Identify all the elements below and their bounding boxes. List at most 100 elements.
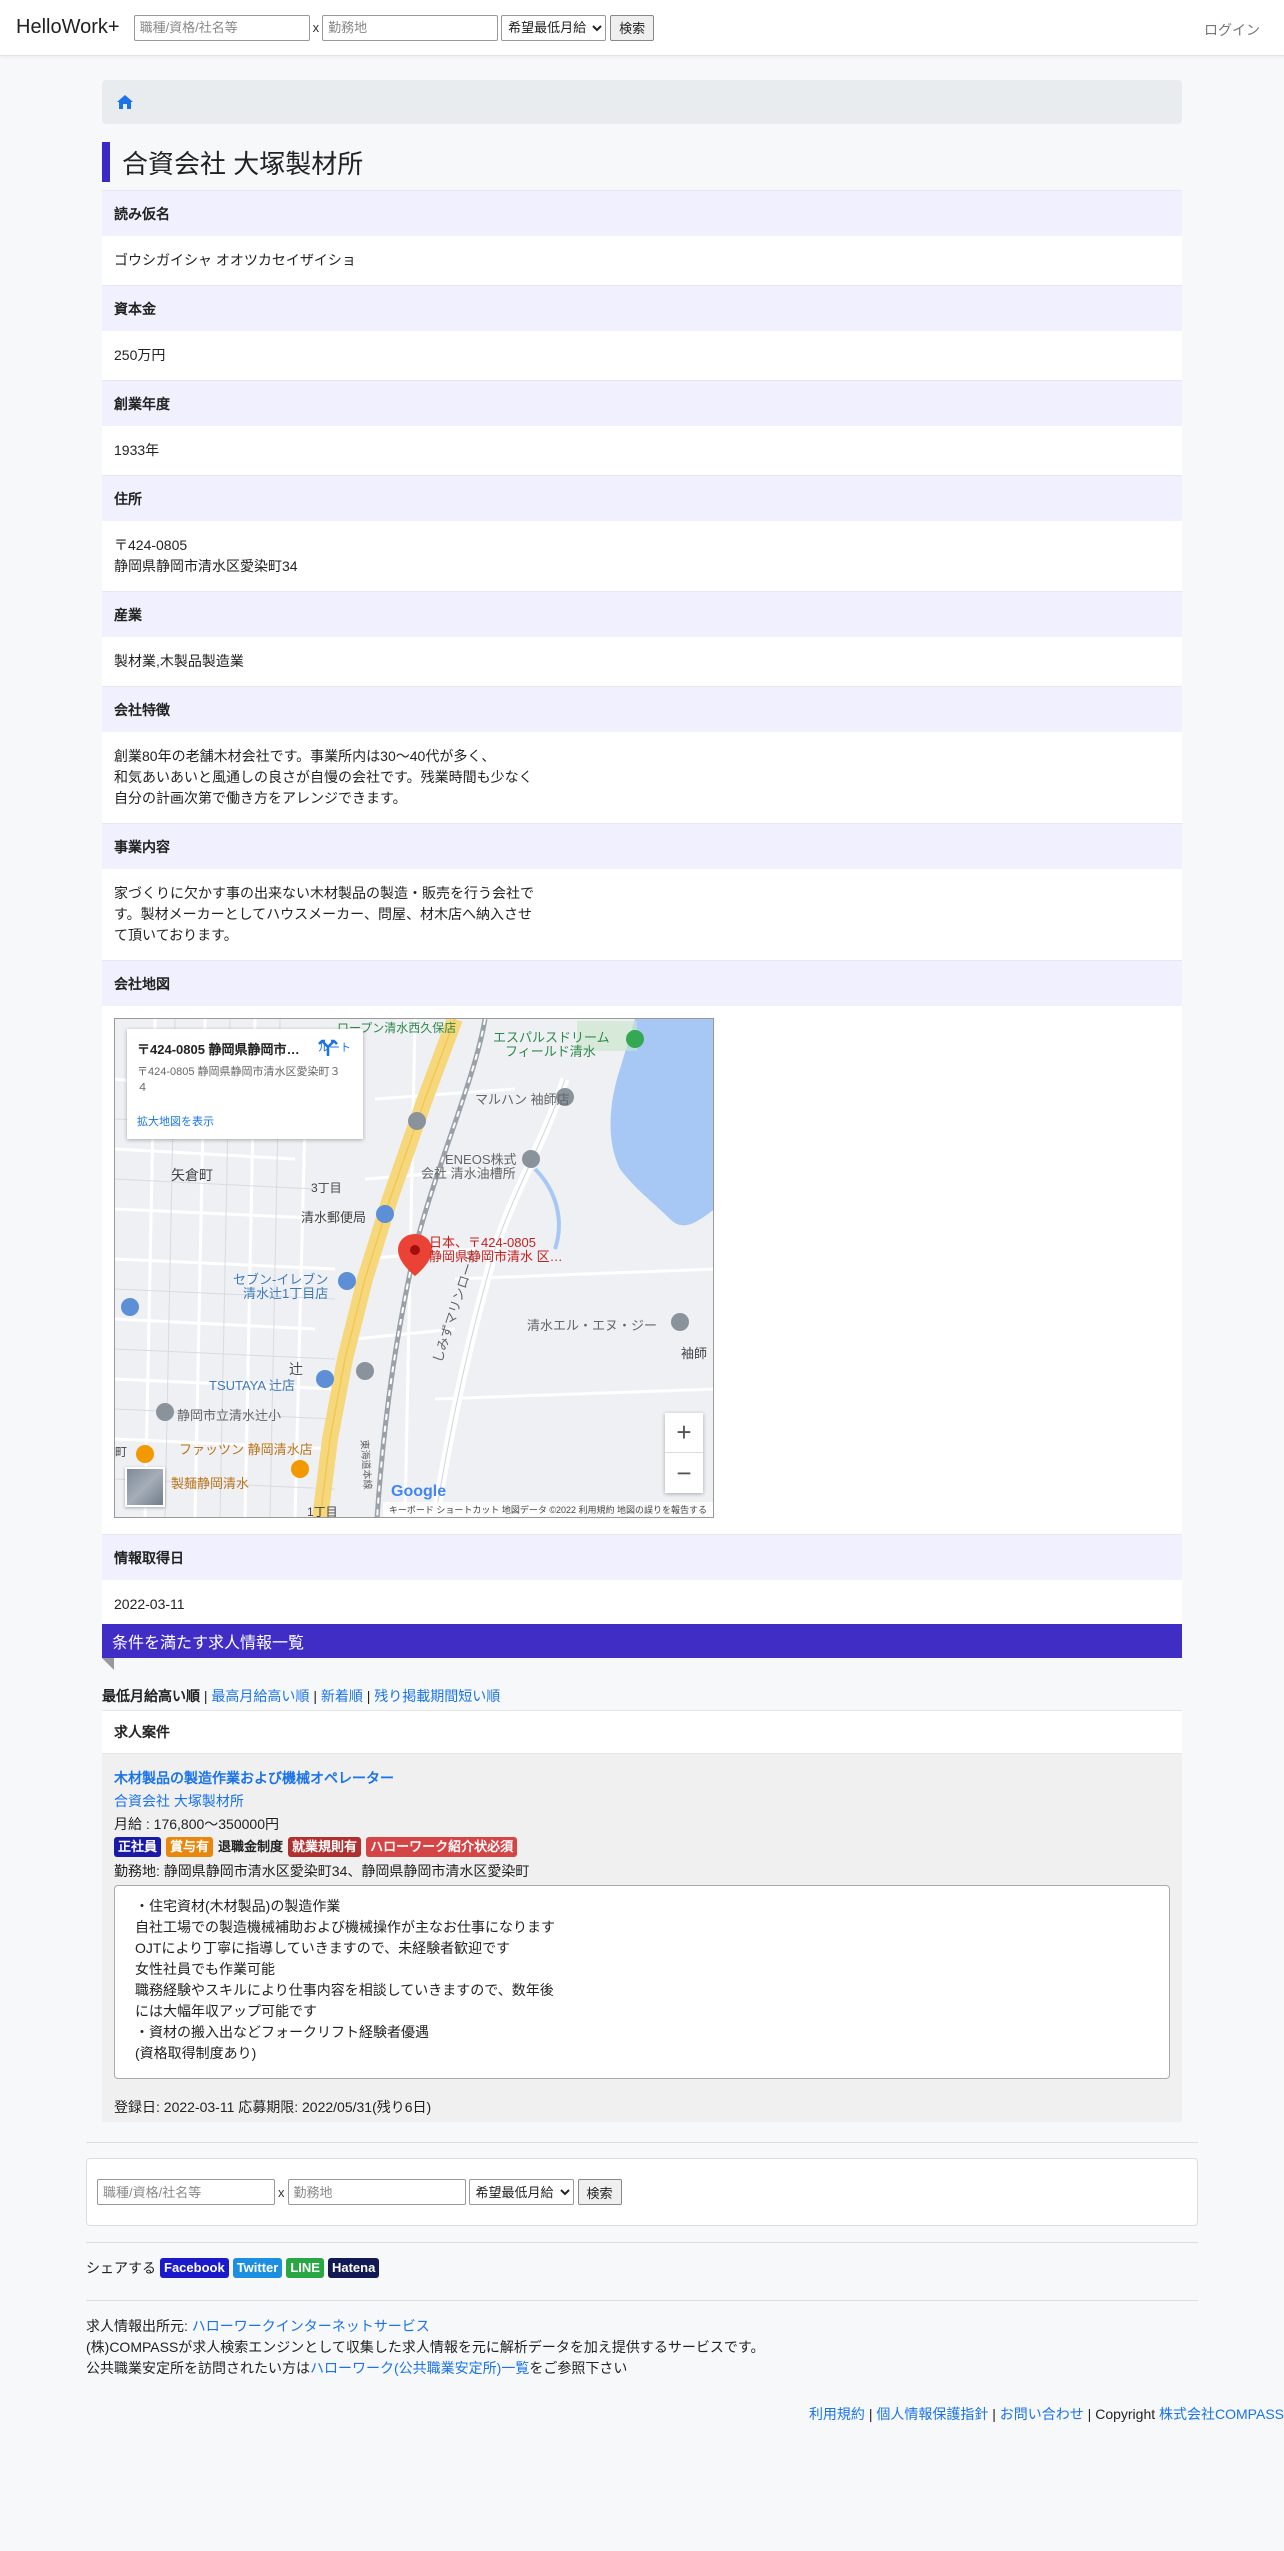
badge-referral-required: ハローワーク紹介状必須 — [366, 1837, 518, 1857]
info-value: 家づくりに欠かす事の出来ない木材製品の製造・販売を行う会社で す。製材メーカーと… — [102, 869, 1182, 960]
map-label: TSUTAYA 辻店 — [209, 1378, 295, 1393]
bottom-job-keyword-input[interactable] — [97, 2179, 275, 2205]
divider — [86, 2300, 1198, 2301]
job-keyword-input[interactable] — [133, 14, 310, 41]
bottom-min-salary-select[interactable]: 希望最低月給 — [468, 2179, 574, 2205]
info-row-address: 住所 〒424-0805 静岡県静岡市清水区愛染町34 — [102, 475, 1182, 591]
search-separator: x — [278, 2184, 285, 2200]
info-label: 会社地図 — [102, 960, 1182, 1006]
share-hatena-button[interactable]: Hatena — [327, 2258, 380, 2278]
map-cell: エスパルスドリーム フィールド清水 マルハン 袖師店 ENEOS株式 会社 清水… — [102, 1006, 1182, 1534]
map-enlarge-link[interactable]: 拡大地図を表示 — [137, 1113, 214, 1129]
compass-link[interactable]: 株式会社COMPASS — [1159, 2406, 1284, 2422]
badge-work-rules: 就業規則有 — [288, 1837, 362, 1857]
map-attribution[interactable]: キーボード ショートカット 地図データ ©2022 利用規約 地図の誤りを報告す… — [382, 1502, 713, 1517]
job-dates: 登録日: 2022-03-11 応募期限: 2022/05/31(残り6日) — [114, 2099, 432, 2115]
info-row-map: 会社地図 エスパルスドリーム フィールド清水 マルハン 袖師店 ENEOS株式 … — [102, 960, 1182, 1534]
sort-separator: | — [203, 1688, 208, 1704]
info-value: ゴウシガイシャ オオツカセイザイショ — [102, 236, 1182, 285]
info-value: 〒424-0805 静岡県静岡市清水区愛染町34 — [102, 521, 1182, 591]
footer-office-pre: 公共職業安定所を訪問されたい方は — [86, 2360, 310, 2376]
map-label: フィールド清水 — [505, 1044, 596, 1059]
map-label: 3丁目 — [311, 1181, 342, 1195]
sort-newest-link[interactable]: 新着順 — [321, 1688, 363, 1704]
info-value: 製材業,木製品製造業 — [102, 637, 1182, 686]
sort-max-salary-link[interactable]: 最高月給高い順 — [211, 1688, 309, 1704]
bottom-search-button[interactable]: 検索 — [577, 2179, 622, 2205]
map-pin-label: 日本、〒424-0805 — [429, 1235, 536, 1250]
contact-link[interactable]: お問い合わせ — [1000, 2406, 1084, 2422]
map-info-window: 〒424-0805 静岡県静岡市清水... 〒424-0805 静岡県静岡市清水… — [127, 1029, 363, 1139]
job-badges: 正社員 賞与有 退職金制度 就業規則有 ハローワーク紹介状必須 — [114, 1837, 1170, 1857]
privacy-link[interactable]: 個人情報保護指針 — [876, 2406, 988, 2422]
divider — [86, 2142, 1198, 2143]
terms-link[interactable]: 利用規約 — [809, 2406, 865, 2422]
info-label: 住所 — [102, 475, 1182, 521]
map-label: 会社 清水油槽所 — [421, 1166, 516, 1181]
map-info-title: 〒424-0805 静岡県静岡市清水... — [137, 1042, 312, 1057]
zoom-out-button[interactable]: − — [665, 1453, 703, 1493]
job-section-header: 条件を満たす求人情報一覧 — [102, 1624, 1182, 1658]
login-link[interactable]: ログイン — [1204, 20, 1260, 40]
map-pin-label: 静岡県静岡市清水 区… — [429, 1249, 563, 1264]
info-value: 250万円 — [102, 331, 1182, 380]
map-route-button[interactable]: ルート — [318, 1039, 351, 1056]
info-label: 会社特徴 — [102, 686, 1182, 732]
breadcrumb — [102, 80, 1182, 124]
footer-description: (株)COMPASSが求人検索エンジンとして収集した求人情報を元に解析データを加… — [86, 2339, 765, 2355]
sort-options: 最低月給高い順 | 最高月給高い順 | 新着順 | 残り掲載期間短い順 — [102, 1686, 1182, 1706]
footer-source: 求人情報出所元: ハローワークインターネットサービス — [86, 2316, 764, 2337]
map-label: 袖師 — [681, 1346, 708, 1361]
footer-office-post: をご参照下さい — [529, 2360, 628, 2376]
map-label: ファッツン 静岡清水店 — [179, 1442, 313, 1457]
google-logo: Google — [391, 1483, 447, 1500]
footer-separator: | — [1087, 2406, 1092, 2422]
footer-office-note: 公共職業安定所を訪問されたい方はハローワーク(公共職業安定所)一覧をご参照下さい — [86, 2358, 764, 2379]
info-value: 創業80年の老舗木材会社です。事業所内は30～40代が多く、 和気あいあいと風通… — [102, 732, 1182, 823]
search-separator: x — [312, 20, 320, 35]
info-row-capital: 資本金 250万円 — [102, 285, 1182, 380]
info-row-date: 情報取得日 2022-03-11 — [102, 1534, 1182, 1629]
share-line-button[interactable]: LINE — [286, 2258, 324, 2278]
hellowork-service-link[interactable]: ハローワークインターネットサービス — [192, 2318, 430, 2334]
sort-separator: | — [366, 1688, 371, 1704]
min-salary-select[interactable]: 希望最低月給 — [501, 14, 607, 41]
map-satellite-toggle[interactable] — [125, 1467, 165, 1507]
location-input[interactable] — [322, 14, 499, 41]
company-info-table: 読み仮名 ゴウシガイシャ オオツカセイザイショ 資本金 250万円 創業年度 1… — [102, 190, 1182, 1629]
bottom-search-form: x 希望最低月給 検索 — [86, 2158, 1198, 2226]
map-info-address: 〒424-0805 静岡県静岡市清水区愛染町３４ — [137, 1066, 341, 1094]
zoom-in-button[interactable]: + — [665, 1413, 703, 1453]
company-title: 合資会社 大塚製材所 — [102, 142, 1182, 182]
info-label: 創業年度 — [102, 380, 1182, 426]
info-row-business: 事業内容 家づくりに欠かす事の出来ない木材製品の製造・販売を行う会社で す。製材… — [102, 823, 1182, 960]
bottom-location-input[interactable] — [287, 2179, 466, 2205]
company-map[interactable]: エスパルスドリーム フィールド清水 マルハン 袖師店 ENEOS株式 会社 清水… — [114, 1018, 714, 1518]
job-title-link[interactable]: 木材製品の製造作業および機械オペレーター — [114, 1770, 394, 1786]
brand-logo[interactable]: HelloWork+ — [16, 16, 120, 39]
job-card: 木材製品の製造作業および機械オペレーター 合資会社 大塚製材所 月給 : 176… — [102, 1754, 1182, 2122]
map-label: 静岡市立清水辻小 — [177, 1408, 282, 1423]
map-label: 清水辻1丁目店 — [243, 1286, 329, 1301]
search-button[interactable]: 検索 — [610, 14, 655, 41]
map-label: 清水エル・エヌ・ジー — [527, 1318, 658, 1333]
home-icon[interactable] — [116, 94, 134, 110]
job-company-link[interactable]: 合資会社 大塚製材所 — [114, 1791, 1170, 1811]
map-label: マルハン 袖師店 — [475, 1092, 570, 1107]
hellowork-office-list-link[interactable]: ハローワーク(公共職業安定所)一覧 — [310, 2360, 529, 2376]
share-twitter-button[interactable]: Twitter — [232, 2258, 283, 2278]
copyright-label: Copyright — [1095, 2406, 1156, 2422]
sort-deadline-link[interactable]: 残り掲載期間短い順 — [374, 1688, 500, 1704]
map-label: 町 — [115, 1445, 128, 1459]
info-label: 読み仮名 — [102, 190, 1182, 236]
share-facebook-button[interactable]: Facebook — [160, 2258, 229, 2278]
info-label: 事業内容 — [102, 823, 1182, 869]
footer-separator: | — [992, 2406, 996, 2422]
sort-active: 最低月給高い順 — [102, 1688, 200, 1704]
footer-source-label: 求人情報出所元: — [86, 2318, 192, 2334]
job-location: 勤務地: 静岡県静岡市清水区愛染町34、静岡県静岡市清水区愛染町 — [114, 1863, 530, 1879]
job-salary: 月給 : 176,800〜350000円 — [114, 1816, 279, 1832]
divider — [86, 2242, 1198, 2243]
info-label: 資本金 — [102, 285, 1182, 331]
top-navbar: HelloWork+ x 希望最低月給 検索 ログイン — [0, 0, 1284, 56]
